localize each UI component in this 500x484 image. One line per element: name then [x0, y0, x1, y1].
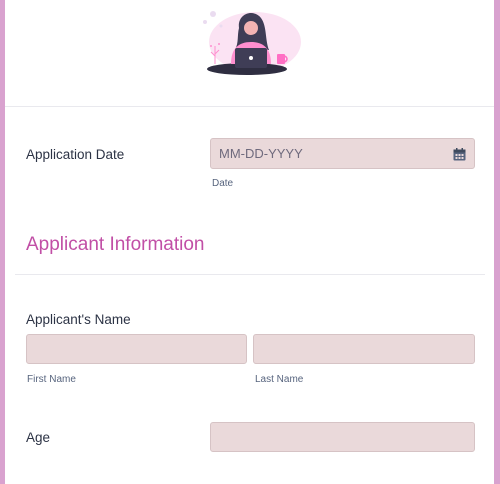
age-label: Age	[26, 430, 51, 445]
application-date-label: Application Date	[26, 147, 125, 162]
application-date-sublabel: Date	[212, 178, 234, 189]
form-header	[5, 0, 494, 107]
section-title: Applicant Information	[26, 234, 205, 255]
last-name-sublabel: Last Name	[255, 374, 304, 385]
application-date-input[interactable]: MM-DD-YYYY	[210, 138, 475, 169]
form-card: Application Date MM-DD-YYYY Date Applica…	[5, 0, 494, 484]
last-name-input[interactable]	[253, 334, 475, 364]
section-divider	[15, 274, 485, 275]
first-name-input[interactable]	[26, 334, 247, 364]
person-at-laptop-illustration	[203, 11, 301, 75]
calendar-icon[interactable]	[453, 148, 466, 161]
applicant-name-label: Applicant's Name	[26, 312, 131, 327]
first-name-sublabel: First Name	[27, 374, 76, 385]
age-input[interactable]	[210, 422, 475, 452]
application-date-placeholder: MM-DD-YYYY	[219, 146, 303, 161]
